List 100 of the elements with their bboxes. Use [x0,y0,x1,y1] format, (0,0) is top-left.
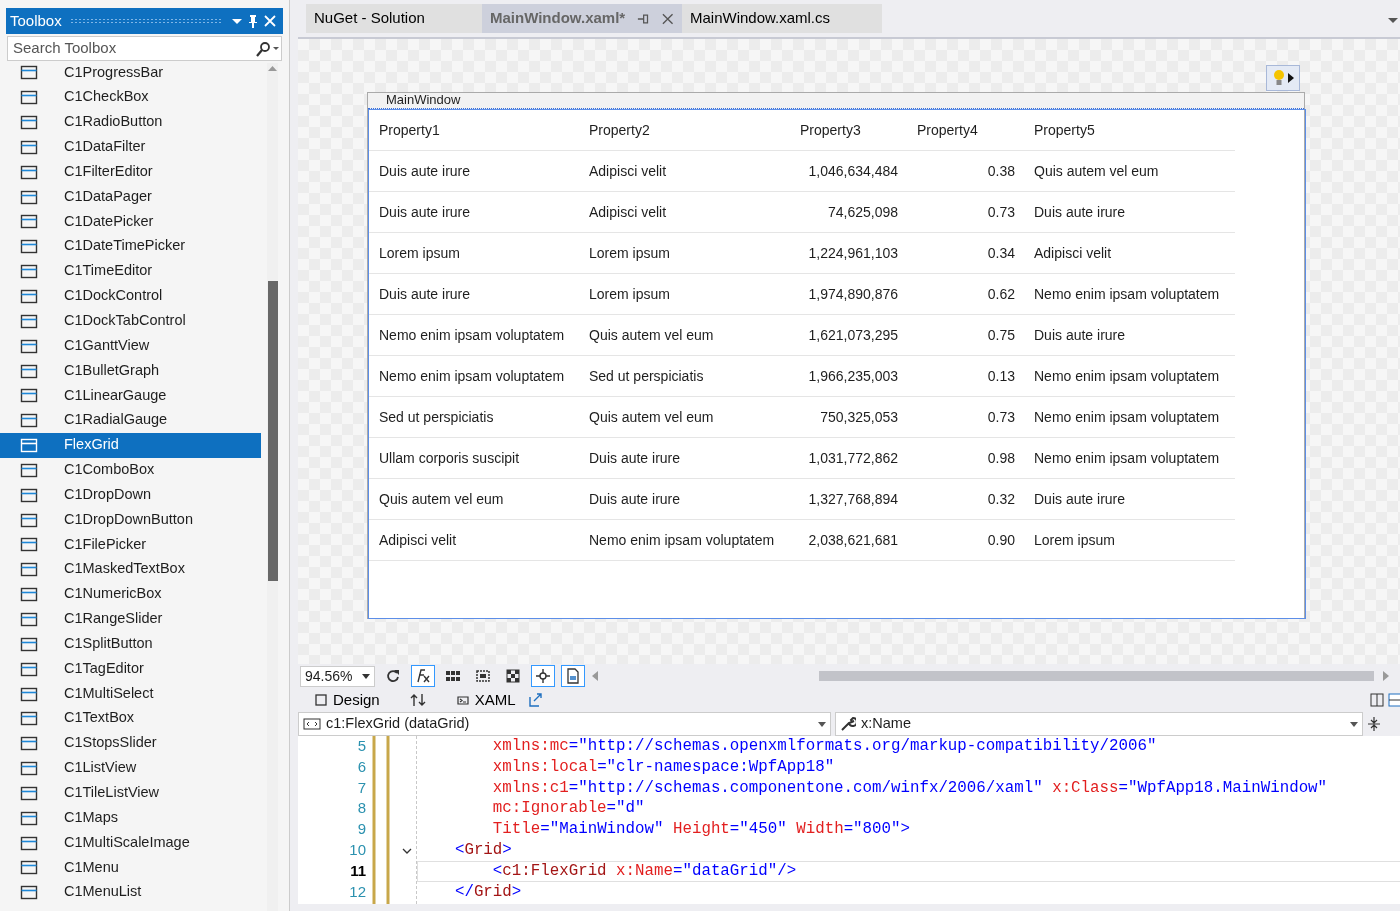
pane-tab[interactable]: XAML [455,688,516,712]
item-label: C1RadialGauge [64,410,168,430]
toolbox-item[interactable]: C1Menu [0,855,261,880]
table-cell: 0.90 [907,520,1024,561]
toolbox-item[interactable]: C1MultiSelect [0,681,261,706]
toolbox-item[interactable]: C1MaskedTextBox [0,556,261,582]
toolbox-item[interactable]: C1TagEditor [0,656,261,682]
document-tab[interactable]: NuGet - Solution [306,4,482,33]
toolbox-item[interactable]: C1RadialGauge [0,407,261,433]
table-cell: Lorem ipsum [1024,520,1235,561]
search-field[interactable]: Search Toolbox [7,36,282,61]
toolbox-item[interactable]: C1StopsSlider [0,730,261,756]
column-header: Property5 [1024,110,1235,151]
toolbox-item[interactable]: C1DockControl [0,283,261,309]
element-dropdown[interactable]: c1:FlexGrid (dataGrid) [298,712,831,736]
control-icon [20,710,38,727]
item-label: C1MenuList [64,882,142,902]
toolbox-item[interactable]: C1DataFilter [0,134,261,160]
vertical-split-icon[interactable] [1370,693,1384,707]
item-label: C1FilePicker [64,534,147,554]
toolbox-item[interactable]: C1NumericBox [0,581,261,607]
toolbox-item[interactable]: C1ComboBox [0,457,261,483]
toolbox-item[interactable]: C1DataPager [0,184,261,210]
control-icon [20,312,38,329]
toolbox-item[interactable]: C1MultiScaleImage [0,830,261,855]
toolbox-item[interactable]: C1ProgressBar [0,63,261,85]
control-icon [20,362,38,379]
code-icon [455,693,470,707]
formula-button[interactable] [411,665,435,687]
search-input[interactable]: Search Toolbox [8,37,251,60]
code-line: xmlns:mc="http://schemas.openxmlformats.org/markup-compatibility/2006" [491,736,1158,757]
table-cell: 750,325,053 [790,397,907,438]
scrollbar[interactable] [819,671,1374,681]
table-cell: Nemo enim ipsam voluptatem [1024,397,1235,438]
table-cell: Quis autem vel eum [579,397,790,438]
toolbox-item[interactable]: C1BulletGraph [0,358,261,383]
table-cell: Quis autem vel eum [369,479,579,520]
item-label: C1TextBox [64,708,135,728]
control-icon [20,511,38,528]
design-icon [314,693,328,707]
toolbox-item[interactable]: C1FilePicker [0,532,261,557]
document-button[interactable] [561,665,585,687]
toolbox-item[interactable]: C1ListView [0,755,261,781]
horizontal-split-icon[interactable] [1388,693,1400,707]
toolbox-item[interactable]: C1DropDownButton [0,507,261,533]
toolbox-item[interactable]: C1GanttView [0,333,261,359]
table-cell: Duis aute irure [1024,479,1235,520]
table-cell: Nemo enim ipsam voluptatem [1024,274,1235,315]
table-cell: 2,038,621,681 [790,520,907,561]
scrollbar[interactable] [267,63,278,911]
target-button[interactable] [531,665,555,687]
document-tab[interactable]: MainWindow.xaml.cs [682,4,882,33]
close-icon[interactable] [261,13,279,29]
table-cell: Adipisci velit [579,192,790,233]
collapse-icon[interactable] [402,848,412,856]
control-icon [20,188,38,205]
document-tab[interactable]: MainWindow.xaml* [482,4,682,33]
line-number: 10 [348,840,367,860]
table-cell: Lorem ipsum [579,233,790,274]
table-cell: Nemo enim ipsam voluptatem [1024,356,1235,397]
toolbox-item[interactable]: C1TileListView [0,780,261,806]
control-icon [20,884,38,901]
popout-icon[interactable] [527,693,542,707]
toolbox-item[interactable]: FlexGrid [0,432,261,458]
code-line: <c1:FlexGrid x:Name="dataGrid"/> [417,860,1400,882]
table-cell: 0.34 [907,233,1024,274]
toolbox-item[interactable]: C1DockTabControl [0,308,261,334]
toolbox-item[interactable]: C1TextBox [0,705,261,731]
quick-actions-button[interactable] [1266,65,1300,91]
swap-icon[interactable] [409,692,426,708]
item-label: C1DropDown [64,484,152,504]
toolbox-item[interactable]: C1TimeEditor [0,258,261,284]
control-icon [20,387,38,404]
pane-tab[interactable]: Design [314,688,380,712]
control-icon [20,561,38,578]
split-handle-icon[interactable] [1367,716,1381,732]
member-dropdown[interactable]: x:Name [835,712,1363,736]
toolbox-item[interactable]: C1DateTimePicker [0,233,261,259]
table-cell: Quis autem vel eum [579,315,790,356]
toolbox-item[interactable]: C1LinearGauge [0,382,261,408]
control-icon [20,760,38,777]
document-icon [565,668,581,684]
code-line: xmlns:c1="http://schemas.componentone.com/winfx/2006/xaml" x:Class="WpfApp18.MainWindow" [491,777,1329,799]
table-cell: 0.38 [907,151,1024,192]
lightbulb-icon [1272,69,1285,87]
control-icon [20,586,38,603]
column-header: Property2 [579,110,790,151]
toolbox-item[interactable]: C1DropDown [0,482,261,508]
close-icon[interactable] [660,11,674,26]
table-cell: 1,621,073,295 [790,315,907,356]
toolbox-item[interactable]: C1Maps [0,805,261,831]
code-line: xmlns:local="clr-namespace:WpfApp18" [491,756,836,778]
toolbox-item[interactable]: C1SplitButton [0,631,261,657]
zoom-dropdown[interactable]: 94.56% [300,665,375,687]
toolbox-item[interactable]: C1FilterEditor [0,159,261,185]
toolbox-item[interactable]: C1CheckBox [0,84,261,110]
toolbox-item[interactable]: C1DatePicker [0,209,261,234]
toolbox-item[interactable]: C1RadioButton [0,109,261,135]
toolbox-item[interactable]: C1RangeSlider [0,606,261,632]
toolbox-item[interactable]: C1MenuList [0,879,261,905]
